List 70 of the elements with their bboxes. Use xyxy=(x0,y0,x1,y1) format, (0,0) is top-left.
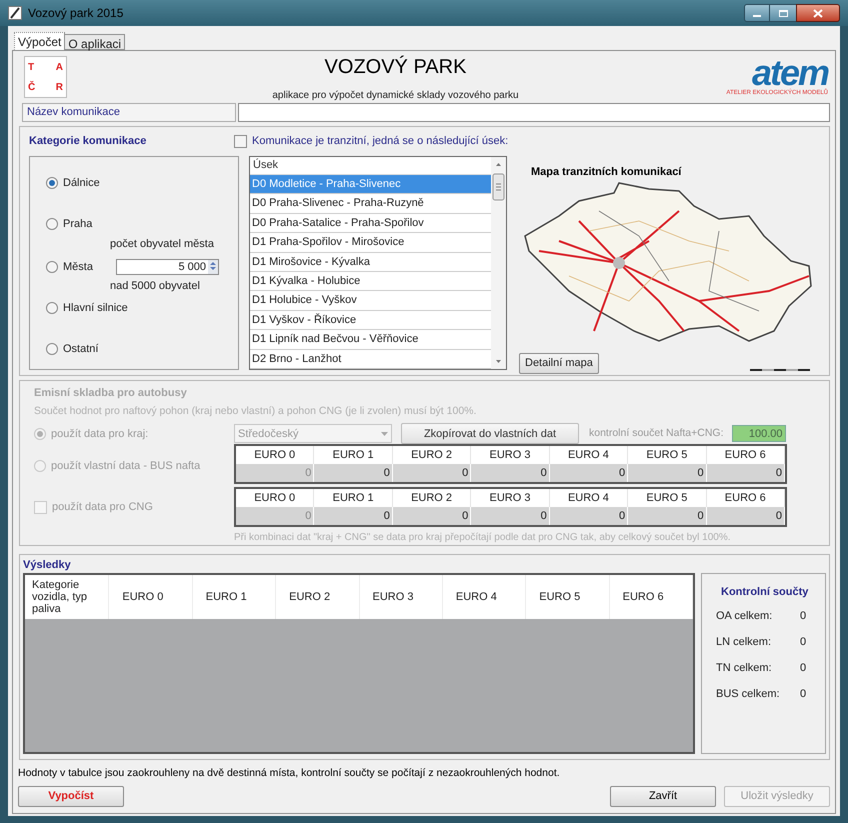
app-title: VOZOVÝ PARK xyxy=(324,54,466,80)
list-row[interactable]: D0 Praha-Satalice - Praha-Spořilov xyxy=(250,214,491,234)
column-header[interactable]: EURO 2 xyxy=(276,575,360,619)
radio-label[interactable]: Hlavní silnice xyxy=(63,300,128,316)
total-label: OA celkem: xyxy=(716,609,774,624)
section-title: Výsledky xyxy=(23,558,72,573)
map-title: Mapa tranzitních komunikací xyxy=(531,165,682,180)
sum-value: 100.00 xyxy=(732,425,786,442)
caption-text: nad 5000 obyvatel xyxy=(109,279,201,294)
radio-button[interactable] xyxy=(46,261,58,273)
logo-letter: A xyxy=(54,60,63,74)
radio-label[interactable]: Ostatní xyxy=(63,340,111,358)
section-title: Emisní skladba pro autobusy xyxy=(34,386,188,401)
total-value: 0 xyxy=(800,687,806,702)
total-label: BUS celkem: xyxy=(716,687,781,702)
spinner-arrows-icon[interactable] xyxy=(208,260,218,274)
caret-icon xyxy=(381,432,388,436)
close-button[interactable] xyxy=(796,4,840,22)
list-row[interactable]: D1 Vyškov - Říkovice xyxy=(250,310,491,330)
note-text: Při kombinaci dat "kraj + CNG" se data pro kraj přepočítají podle dat pro CNG tak, aby celkový součet byl 100%. xyxy=(234,531,732,546)
radio-button[interactable] xyxy=(46,218,58,230)
map-button[interactable]: Detailní mapa xyxy=(519,352,599,374)
footer-note: Hodnoty v tabulce jsou zaokrouhleny na dvě destinná místa, kontrolní součty se počítají z nezaokrouhlených hodnot. xyxy=(18,766,561,781)
radio-label[interactable]: Dálnice xyxy=(63,174,111,192)
logo-letter: Č xyxy=(28,80,36,94)
radio-label[interactable]: Města xyxy=(63,258,111,276)
app-icon xyxy=(8,6,22,20)
list-row[interactable]: D1 Mirošovice - Kývalka xyxy=(250,252,491,272)
column-header[interactable]: Kategorie vozidla, typ paliva xyxy=(25,575,110,619)
brand-logo: atem xyxy=(752,56,828,88)
input-field[interactable] xyxy=(238,103,830,122)
tab[interactable]: Výpočet xyxy=(14,32,66,50)
caption-text: počet obyvatel města xyxy=(109,237,215,252)
list-row[interactable]: D2 Brno - Lanžhot xyxy=(250,350,491,369)
column-header[interactable]: EURO 3 xyxy=(360,575,443,619)
total-label: LN celkem: xyxy=(716,635,772,650)
tab[interactable]: O aplikaci xyxy=(64,34,126,50)
close-dialog-button[interactable]: Zavřít xyxy=(610,786,716,807)
app-subtitle: aplikace pro výpočet dynamické sklady vozového parku xyxy=(272,88,519,102)
total-value: 0 xyxy=(800,635,806,650)
radio-button[interactable] xyxy=(46,177,58,189)
minimize-button[interactable] xyxy=(744,4,770,22)
logo-letter: T xyxy=(28,60,36,74)
column-header[interactable]: EURO 5 xyxy=(526,575,610,619)
maximize-button[interactable] xyxy=(770,4,796,22)
radio-button[interactable] xyxy=(46,302,58,314)
checkbox-label: Komunikace je tranzitní, jedná se o následující úsek: xyxy=(252,134,508,149)
number-spinner[interactable]: 5 000 xyxy=(116,259,219,275)
radio-label[interactable]: Praha xyxy=(63,216,111,232)
section-title: Kategorie komunikace xyxy=(29,134,147,149)
section-title: Kontrolní součty xyxy=(720,585,810,600)
total-value: 0 xyxy=(800,609,806,624)
scrollbar[interactable] xyxy=(491,157,506,369)
field-label: Název komunikace xyxy=(22,103,236,122)
column-header[interactable]: EURO 0 xyxy=(109,575,193,619)
total-label: TN celkem: xyxy=(716,661,773,676)
column-header[interactable]: EURO 4 xyxy=(442,575,526,619)
checkbox-label: použít data pro CNG xyxy=(52,500,153,515)
close-icon[interactable] xyxy=(813,8,823,18)
window-title: Vozový park 2015 xyxy=(28,5,124,22)
total-value: 0 xyxy=(800,661,806,676)
column-header[interactable]: EURO 6 xyxy=(610,575,693,619)
scale-bar-icon xyxy=(750,368,812,372)
note-text: Součet hodnot pro naftový pohon (kraj nebo vlastní) a pohon CNG (je li zvolen) musí být 100%. xyxy=(34,404,478,418)
calculate-button[interactable]: Vypočíst xyxy=(18,786,124,807)
column-header[interactable]: EURO 1 xyxy=(192,575,276,619)
sum-label: kontrolní součet Nafta+CNG: xyxy=(589,426,724,441)
radio-button[interactable] xyxy=(46,343,58,355)
checkbox[interactable] xyxy=(234,134,247,148)
logo-letter: R xyxy=(54,80,63,94)
